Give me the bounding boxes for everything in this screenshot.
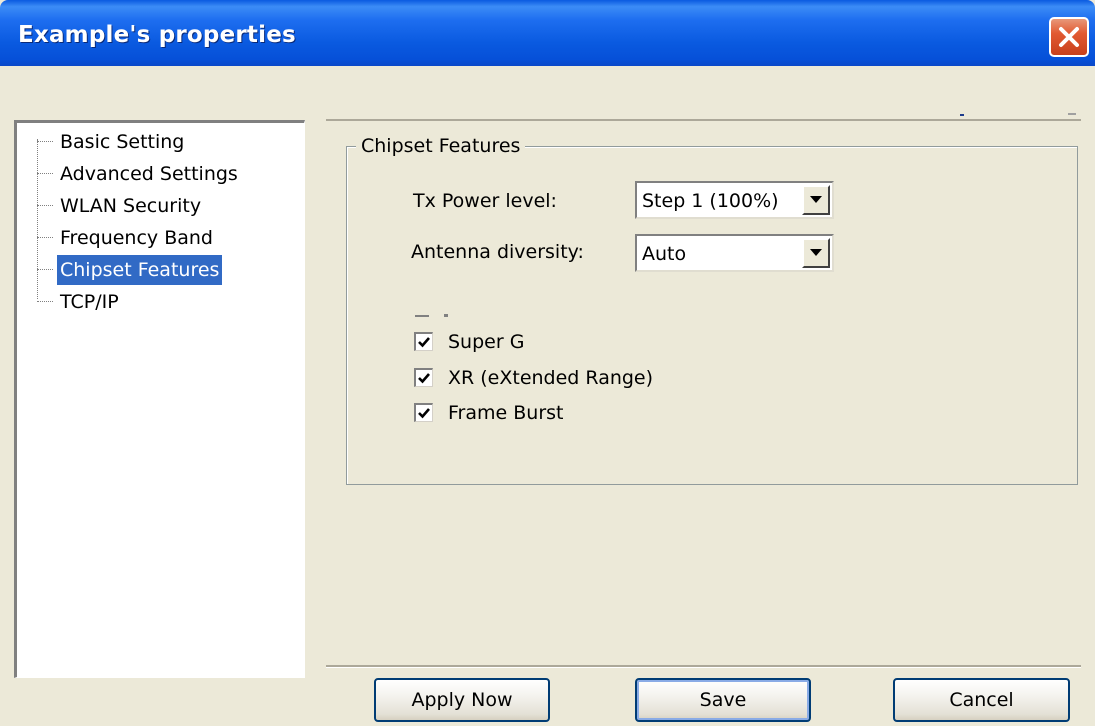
title-bar[interactable]: Example's properties bbox=[0, 0, 1095, 66]
button-separator bbox=[326, 665, 1081, 668]
frame-burst-label[interactable]: Frame Burst bbox=[448, 399, 563, 427]
antenna-diversity-value: Auto bbox=[642, 243, 687, 265]
super-g-checkbox[interactable] bbox=[414, 332, 433, 351]
antenna-diversity-label: Antenna diversity: bbox=[411, 241, 584, 263]
settings-tree: Basic Setting Advanced Settings WLAN Sec… bbox=[14, 120, 305, 678]
frame-burst-checkbox[interactable] bbox=[414, 403, 433, 422]
xr-checkbox-row[interactable]: XR (eXtended Range) bbox=[414, 364, 714, 392]
tree-item-label[interactable]: Advanced Settings bbox=[57, 159, 241, 189]
partial-tab-remnant bbox=[960, 113, 1076, 116]
tree-item-label[interactable]: Basic Setting bbox=[57, 127, 187, 157]
cancel-button[interactable]: Cancel bbox=[893, 678, 1070, 722]
content-separator bbox=[326, 119, 1081, 121]
tx-power-select[interactable]: Step 1 (100%) bbox=[635, 181, 834, 219]
tree-item-label[interactable]: TCP/IP bbox=[57, 287, 122, 317]
tx-power-dropdown-button[interactable] bbox=[802, 185, 830, 215]
antenna-diversity-dropdown-button[interactable] bbox=[802, 238, 830, 268]
tx-power-label: Tx Power level: bbox=[413, 190, 557, 212]
window-title: Example's properties bbox=[18, 22, 296, 48]
tree-branch bbox=[37, 205, 53, 206]
clipped-checkbox-remnant bbox=[415, 314, 448, 317]
antenna-diversity-select[interactable]: Auto bbox=[635, 234, 834, 272]
super-g-checkbox-row[interactable]: Super G bbox=[414, 328, 714, 356]
tree-item-tcp-ip[interactable]: TCP/IP bbox=[17, 286, 304, 316]
tree-item-label-selected[interactable]: Chipset Features bbox=[57, 255, 223, 285]
tree-item-frequency-band[interactable]: Frequency Band bbox=[17, 222, 304, 252]
tree-branch bbox=[37, 141, 53, 142]
tree-item-label[interactable]: WLAN Security bbox=[57, 191, 204, 221]
frame-burst-checkbox-row[interactable]: Frame Burst bbox=[414, 399, 714, 427]
super-g-label[interactable]: Super G bbox=[448, 328, 524, 356]
close-button[interactable] bbox=[1049, 17, 1089, 57]
tree-item-basic-setting[interactable]: Basic Setting bbox=[17, 126, 304, 156]
tx-power-value: Step 1 (100%) bbox=[642, 190, 779, 212]
xr-label[interactable]: XR (eXtended Range) bbox=[448, 364, 653, 392]
tree-branch bbox=[37, 301, 53, 302]
groupbox-title: Chipset Features bbox=[356, 132, 526, 160]
xr-checkbox[interactable] bbox=[414, 368, 433, 387]
properties-window: Example's properties Basic Setting Advan… bbox=[0, 0, 1095, 726]
tree-item-wlan-security[interactable]: WLAN Security bbox=[17, 190, 304, 220]
tree-item-label[interactable]: Frequency Band bbox=[57, 223, 216, 253]
tree-item-advanced-settings[interactable]: Advanced Settings bbox=[17, 158, 304, 188]
tree-branch bbox=[37, 237, 53, 238]
save-button[interactable]: Save bbox=[635, 678, 811, 722]
tree-item-chipset-features[interactable]: Chipset Features bbox=[17, 254, 304, 285]
apply-now-button[interactable]: Apply Now bbox=[374, 678, 550, 722]
tree-branch bbox=[37, 269, 53, 270]
tree-branch bbox=[37, 173, 53, 174]
